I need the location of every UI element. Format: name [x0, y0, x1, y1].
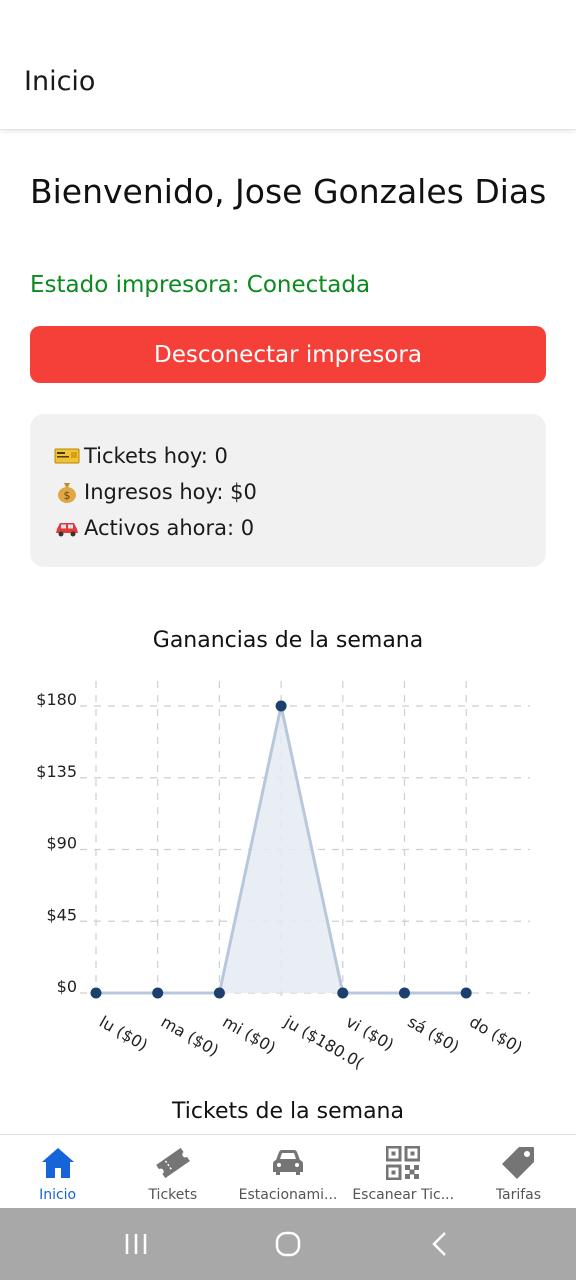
y-tick-label: $135 [36, 762, 77, 781]
earnings-chart-svg: $0$45$90$135$180lu ($0) ma ($0)mi ($0) ju … [36, 681, 530, 1073]
tab-tickets-label: Tickets [148, 1187, 198, 1203]
tab-tickets[interactable]: Tickets [115, 1135, 230, 1208]
data-point-2 [213, 987, 225, 999]
x-tick-label: mi ($0) [219, 1012, 279, 1057]
stat-tickets-today: Tickets hoy: 0 [52, 438, 524, 474]
printer-status: Estado impresora: Conectada [30, 272, 371, 298]
tickets-chart-title: Tickets de la semana [172, 1099, 404, 1124]
y-tick-label: $90 [46, 834, 77, 853]
data-point-1 [152, 987, 164, 999]
stat-tickets-text: Tickets hoy: 0 [84, 444, 228, 468]
back-arrow-icon [432, 1232, 446, 1256]
data-point-3 [275, 700, 287, 712]
home-content[interactable]: Bienvenido, Jose Gonzales Dias Estado im… [0, 131, 576, 1134]
earnings-chart: $0 $45 $90 $135 $180 lu ($0) ma ($0) mi ($0) ju … [0, 671, 576, 1073]
disconnect-printer-button[interactable]: Desconectar impresora [30, 326, 546, 383]
svg-text:$: $ [64, 489, 71, 502]
bottom-tab-bar: Inicio Tickets Estacionami... Escanear T… [0, 1134, 576, 1208]
page-title: Inicio [24, 66, 96, 97]
tab-inicio-label: Inicio [39, 1187, 77, 1203]
stat-active-text: Activos ahora: 0 [84, 516, 255, 540]
welcome-heading: Bienvenido, Jose Gonzales Dias [30, 172, 547, 211]
back-button[interactable] [410, 1214, 470, 1274]
tab-escanear-ticket-label: Escanear Tic... [352, 1187, 455, 1203]
data-point-0 [90, 987, 102, 999]
tab-tarifas-label: Tarifas [495, 1187, 542, 1203]
tab-estacionamiento[interactable]: Estacionami... [230, 1135, 345, 1208]
x-tick-label: ma ($0) [158, 1012, 222, 1060]
tab-estacionamiento-label: Estacionami... [238, 1187, 338, 1203]
qr-code-icon [383, 1143, 423, 1183]
home-button[interactable] [258, 1214, 318, 1274]
tab-tarifas[interactable]: Tarifas [461, 1135, 576, 1208]
home-icon [38, 1143, 78, 1183]
y-tick-label: $0 [57, 977, 77, 996]
tab-inicio[interactable]: Inicio [0, 1135, 115, 1208]
data-point-4 [337, 987, 349, 999]
x-tick-label: sá ($0) [405, 1012, 463, 1056]
stat-active-now: Activos ahora: 0 [52, 510, 524, 546]
stat-income-today: $ Ingresos hoy: $0 [52, 474, 524, 510]
stats-card: Tickets hoy: 0 $ Ingresos hoy: $0 Activo… [30, 414, 546, 567]
tag-icon [498, 1143, 538, 1183]
home-circle-icon [275, 1231, 301, 1257]
data-point-6 [460, 987, 472, 999]
x-tick-label: do ($0) [466, 1012, 526, 1057]
recent-apps-icon [125, 1234, 147, 1254]
recent-apps-button[interactable] [106, 1214, 166, 1274]
tab-escanear-ticket[interactable]: Escanear Tic... [346, 1135, 461, 1208]
system-navigation-bar [0, 1208, 576, 1280]
app-root: Inicio Bienvenido, Jose Gonzales Dias Es… [0, 0, 576, 1280]
stat-income-text: Ingresos hoy: $0 [84, 480, 257, 504]
money-bag-emoji-icon: $ [52, 481, 82, 503]
car-icon [268, 1143, 308, 1183]
data-point-5 [399, 987, 410, 999]
car-emoji-icon [52, 517, 82, 539]
y-tick-label: $45 [46, 905, 77, 924]
y-tick-label: $180 [36, 690, 77, 709]
x-tick-label: lu ($0) [96, 1012, 151, 1055]
earnings-chart-title: Ganancias de la semana [152, 628, 424, 653]
app-header: Inicio [0, 0, 576, 130]
ticket-icon [153, 1143, 193, 1183]
ticket-emoji-icon [52, 445, 82, 467]
